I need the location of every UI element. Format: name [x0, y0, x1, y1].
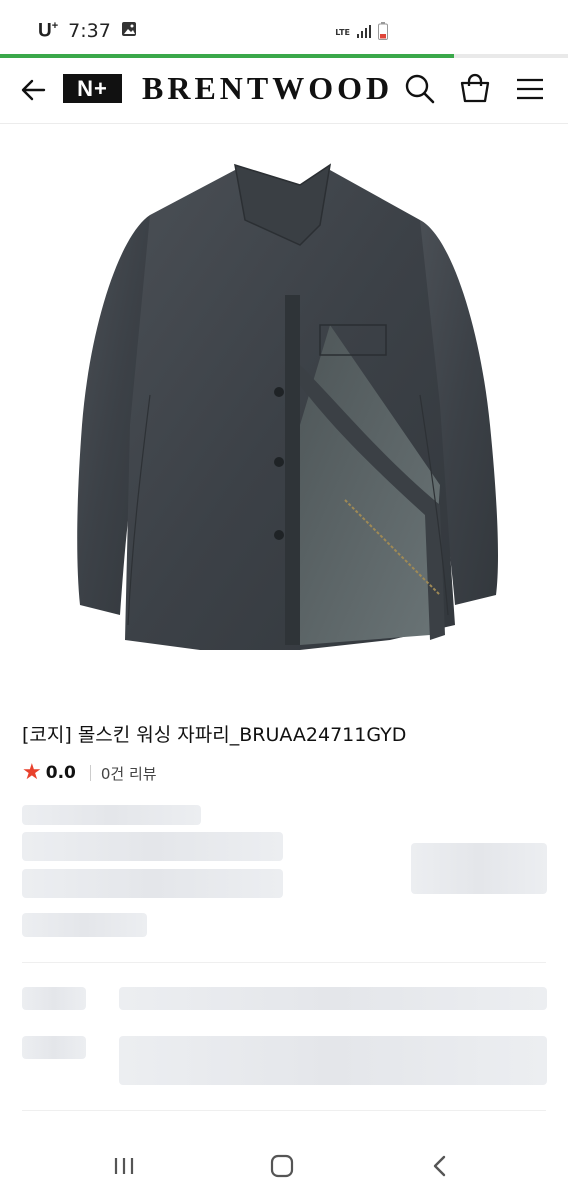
signal-icon: [356, 23, 372, 43]
back-icon: [433, 1155, 446, 1177]
jacket-photo: [77, 163, 498, 650]
clock: 7:37: [68, 20, 111, 43]
home-icon: [270, 1154, 294, 1178]
system-back-button[interactable]: [420, 1150, 460, 1182]
back-button[interactable]: [18, 74, 50, 106]
review-count[interactable]: 0건 리뷰: [101, 763, 157, 784]
product-title: [코지] 몰스킨 워싱 자파리_BRUAA24711GYD: [22, 724, 407, 746]
arrow-left-icon: [21, 79, 46, 101]
network-type: LTE: [335, 28, 350, 37]
nplus-logo[interactable]: N+: [63, 74, 122, 103]
cart-button[interactable]: [458, 72, 492, 106]
skeleton-action-button: [411, 843, 547, 894]
rating-value: 0.0: [45, 763, 76, 783]
search-icon: [405, 74, 435, 104]
skeleton-brand: [22, 805, 201, 825]
rating-divider: [89, 765, 91, 781]
status-left: U+ 7:37: [38, 20, 137, 42]
system-nav-bar: [0, 1132, 568, 1200]
section-divider: [22, 962, 546, 963]
status-right: LTE: [335, 22, 388, 44]
battery-icon: [378, 22, 388, 44]
shopping-bag-icon: [460, 73, 490, 103]
skeleton-info-label-2: [22, 1036, 86, 1059]
star-icon: ★: [22, 760, 42, 785]
status-bar: U+ 7:37 LTE: [0, 0, 568, 58]
skeleton-info-value-2: [119, 1036, 547, 1085]
app-header: N+ BRENTWOOD: [0, 58, 568, 124]
carrier-label: U+: [38, 20, 59, 42]
skeleton-price-line-2: [22, 869, 283, 898]
rating-row[interactable]: ★ 0.0 0건 리뷰: [22, 762, 157, 784]
menu-button[interactable]: [513, 72, 547, 106]
recent-apps-icon: [114, 1158, 134, 1174]
recent-apps-button[interactable]: [104, 1150, 144, 1182]
hamburger-menu-icon: [517, 78, 543, 100]
skeleton-price-line-1: [22, 832, 283, 861]
skeleton-info-value-1: [119, 987, 547, 1010]
product-image[interactable]: [0, 125, 568, 685]
search-button[interactable]: [403, 72, 437, 106]
skeleton-tag: [22, 913, 147, 937]
skeleton-info-label-1: [22, 987, 86, 1010]
brand-name[interactable]: BRENTWOOD: [142, 70, 393, 107]
gallery-notification-icon: [121, 20, 137, 42]
section-divider-bottom: [22, 1110, 546, 1111]
home-button[interactable]: [262, 1150, 302, 1182]
